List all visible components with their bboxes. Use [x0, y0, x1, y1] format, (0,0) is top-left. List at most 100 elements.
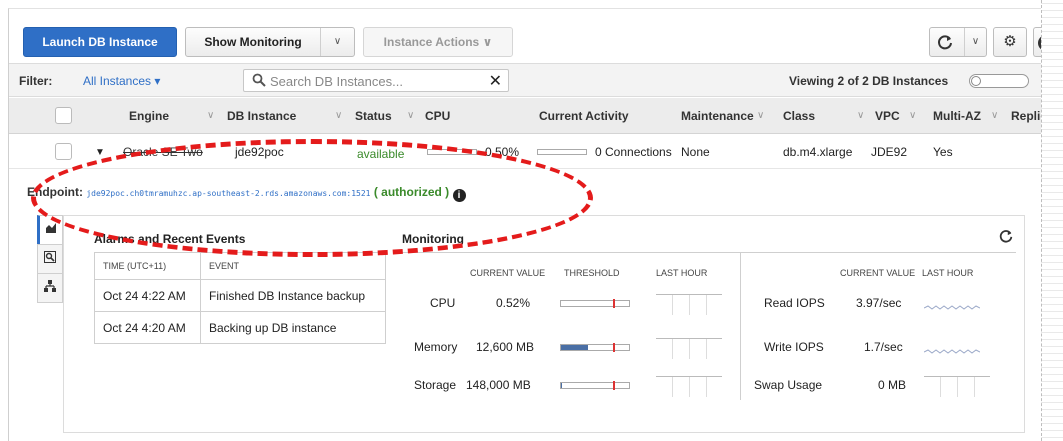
- cpu-bar: [427, 149, 477, 155]
- col-class[interactable]: Class: [783, 109, 815, 123]
- table-row[interactable]: ▼ Oracle SE Two jde92poc available 0.50%…: [9, 135, 1043, 169]
- cell-current-activity: 0 Connections: [595, 145, 672, 159]
- chevron-down-icon: ∨: [482, 35, 493, 49]
- filter-bar: Filter: All Instances ▾ Search DB Instan…: [9, 63, 1043, 97]
- clear-search-icon[interactable]: ✕: [489, 71, 502, 91]
- select-all-checkbox[interactable]: [55, 107, 72, 124]
- tab-logs[interactable]: [37, 244, 63, 274]
- alarms-time-header: TIME (UTC+11): [94, 252, 201, 280]
- metric-name: Swap Usage: [754, 378, 823, 392]
- chevron-down-icon[interactable]: ∨: [964, 28, 986, 56]
- sort-icon[interactable]: ∨: [909, 110, 916, 121]
- last-hour-header: LAST HOUR: [656, 268, 708, 278]
- col-vpc[interactable]: VPC: [875, 109, 900, 123]
- view-toggle[interactable]: [969, 74, 1029, 88]
- col-db-instance[interactable]: DB Instance: [227, 109, 296, 123]
- settings-button[interactable]: ⚙: [993, 27, 1027, 57]
- instance-actions-button: Instance Actions ∨: [363, 27, 513, 57]
- search-input[interactable]: Search DB Instances... ✕: [243, 69, 509, 92]
- sparkline: [656, 338, 722, 359]
- search-placeholder: Search DB Instances...: [270, 74, 403, 89]
- rds-console-frame: Launch DB Instance Show Monitoring ∨ Ins…: [8, 8, 1043, 441]
- info-icon[interactable]: i: [452, 189, 466, 202]
- row-checkbox[interactable]: [55, 143, 72, 160]
- current-value-header: CURRENT VALUE: [840, 268, 916, 278]
- metric-value: 3.97/sec: [856, 296, 902, 310]
- last-hour-header: LAST HOUR: [922, 268, 974, 278]
- metric-value: 12,600 MB: [476, 340, 535, 354]
- tab-monitoring[interactable]: [37, 215, 63, 245]
- sort-icon[interactable]: ∨: [757, 110, 764, 121]
- endpoint-line: Endpoint: jde92poc.ch0tmramuhzc.ap-south…: [27, 185, 466, 202]
- sort-icon[interactable]: ∨: [857, 110, 864, 121]
- sparkline: [656, 376, 722, 397]
- col-maintenance[interactable]: Maintenance: [681, 109, 754, 123]
- sort-icon[interactable]: ∨: [335, 110, 342, 121]
- alarms-table: TIME (UTC+11) EVENT Oct 24 4:22 AM Finis…: [94, 252, 386, 344]
- alarm-time: Oct 24 4:22 AM: [94, 279, 201, 312]
- torn-paper-edge: [1041, 0, 1063, 441]
- sparkline: [924, 376, 990, 397]
- sort-icon[interactable]: ∨: [407, 110, 414, 121]
- col-status[interactable]: Status: [355, 109, 392, 123]
- cell-vpc[interactable]: JDE92: [871, 145, 907, 159]
- magnifier-doc-icon: [44, 251, 56, 266]
- toolbar: Launch DB Instance Show Monitoring ∨ Ins…: [23, 25, 1043, 59]
- filter-dropdown[interactable]: All Instances ▾: [83, 74, 160, 88]
- col-replication[interactable]: Replic: [1011, 109, 1043, 123]
- alarms-event-header: EVENT: [200, 252, 386, 280]
- endpoint-value[interactable]: jde92poc.ch0tmramuhzc.ap-southeast-2.rds…: [86, 189, 370, 198]
- metric-name: Memory: [414, 340, 458, 354]
- cell-multi-az: Yes: [933, 145, 953, 159]
- search-icon: [252, 73, 266, 90]
- sort-icon[interactable]: ∨: [991, 110, 998, 121]
- chevron-down-icon[interactable]: ∨: [320, 28, 354, 56]
- chart-icon: [45, 223, 57, 237]
- detail-panel: Alarms and Recent Events TIME (UTC+11) E…: [63, 215, 1025, 433]
- table-row: Oct 24 4:22 AM Finished DB Instance back…: [94, 279, 386, 312]
- alarms-title: Alarms and Recent Events: [94, 232, 246, 246]
- cell-engine: Oracle SE Two: [123, 145, 203, 159]
- authorized-status: ( authorized ): [373, 185, 450, 199]
- metric-value: 148,000 MB: [466, 378, 531, 392]
- hierarchy-icon: [44, 280, 56, 295]
- alarm-event: Finished DB Instance backup: [200, 279, 386, 312]
- show-monitoring-label: Show Monitoring: [204, 35, 302, 49]
- filter-label: Filter:: [19, 74, 53, 88]
- cell-status: available: [357, 147, 405, 161]
- instance-actions-label: Instance Actions: [383, 35, 480, 49]
- col-engine[interactable]: Engine: [129, 109, 169, 123]
- threshold-header: THRESHOLD: [564, 268, 620, 278]
- table-header: Engine ∨ DB Instance ∨ Status ∨ CPU Curr…: [9, 98, 1043, 134]
- tab-configuration[interactable]: [37, 273, 63, 303]
- col-current-activity[interactable]: Current Activity: [539, 109, 629, 123]
- cell-db-instance[interactable]: jde92poc: [235, 145, 284, 159]
- col-cpu[interactable]: CPU: [425, 109, 450, 123]
- refresh-icon: [936, 33, 954, 54]
- refresh-button[interactable]: ∨: [929, 27, 987, 57]
- threshold-bar: [560, 343, 630, 352]
- launch-db-instance-button[interactable]: Launch DB Instance: [23, 27, 177, 57]
- col-multi-az[interactable]: Multi-AZ: [933, 109, 981, 123]
- metric-value: 0 MB: [878, 378, 907, 392]
- metric-name: Write IOPS: [764, 340, 824, 354]
- metric-name: Storage: [414, 378, 457, 392]
- cell-cpu: 0.50%: [485, 145, 520, 159]
- expand-row-icon[interactable]: ▼: [95, 147, 105, 158]
- refresh-icon[interactable]: [998, 228, 1014, 247]
- monitoring-title: Monitoring: [402, 232, 464, 246]
- sparkline: [923, 344, 981, 358]
- detail-side-tabs: [37, 215, 63, 303]
- sparkline: [923, 300, 981, 314]
- monitoring-column-divider: [740, 252, 741, 400]
- sort-icon[interactable]: ∨: [207, 110, 214, 121]
- gear-icon: ⚙: [1003, 33, 1017, 50]
- cell-maintenance: None: [681, 145, 710, 159]
- monitoring-divider: [400, 252, 1016, 253]
- endpoint-label: Endpoint:: [27, 185, 83, 199]
- alarm-time: Oct 24 4:20 AM: [94, 311, 201, 344]
- current-value-header: CURRENT VALUE: [470, 268, 546, 278]
- show-monitoring-button[interactable]: Show Monitoring ∨: [185, 27, 355, 57]
- metric-name: Read IOPS: [764, 296, 825, 310]
- metric-value: 0.52%: [496, 296, 531, 310]
